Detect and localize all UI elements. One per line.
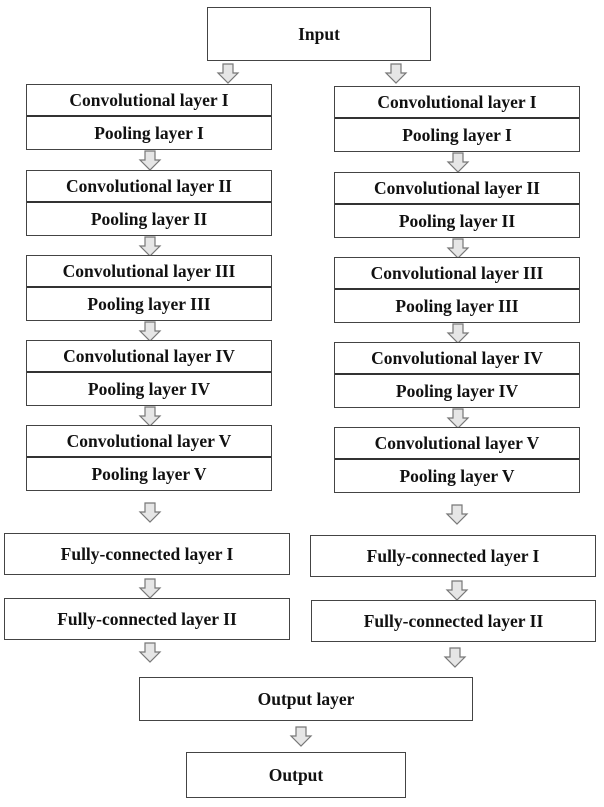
pooling-layer-label: Pooling layer V — [91, 463, 207, 484]
pooling-layer-label: Pooling layer II — [90, 208, 208, 229]
down-arrow-icon — [138, 502, 162, 523]
down-arrow-icon — [445, 580, 469, 601]
output-box: Output — [186, 752, 406, 798]
down-arrow-icon — [138, 150, 162, 171]
down-arrow-icon — [289, 726, 313, 747]
pooling-layer-label: Pooling layer IV — [395, 380, 519, 401]
right-fc-layer-1: Fully-connected layer I — [310, 535, 596, 577]
down-arrow-icon — [443, 647, 467, 668]
down-arrow-icon — [384, 63, 408, 84]
convolutional-layer-label: Convolutional layer II — [335, 173, 579, 205]
down-arrow-icon — [138, 578, 162, 599]
convolutional-layer-label: Convolutional layer IV — [27, 341, 271, 373]
down-arrow-icon — [138, 406, 162, 427]
down-arrow-icon — [446, 152, 470, 173]
right-fc-layer-2: Fully-connected layer II — [311, 600, 596, 642]
pooling-layer-label: Pooling layer III — [395, 295, 519, 316]
left-conv-pool-block-4: Convolutional layer IV Pooling layer IV — [26, 340, 272, 406]
right-conv-pool-block-1: Convolutional layer I Pooling layer I — [334, 86, 580, 152]
convolutional-layer-label: Convolutional layer V — [27, 426, 271, 458]
pooling-layer-label: Pooling layer IV — [87, 378, 211, 399]
left-conv-pool-block-1: Convolutional layer I Pooling layer I — [26, 84, 272, 150]
convolutional-layer-label: Convolutional layer I — [27, 85, 271, 117]
down-arrow-icon — [446, 408, 470, 429]
down-arrow-icon — [138, 236, 162, 257]
right-conv-pool-block-4: Convolutional layer IV Pooling layer IV — [334, 342, 580, 408]
right-conv-pool-block-2: Convolutional layer II Pooling layer II — [334, 172, 580, 238]
pooling-layer-label: Pooling layer I — [94, 122, 204, 143]
down-arrow-icon — [138, 321, 162, 342]
output-layer-box: Output layer — [139, 677, 473, 721]
down-arrow-icon — [216, 63, 240, 84]
left-conv-pool-block-3: Convolutional layer III Pooling layer III — [26, 255, 272, 321]
input-box: Input — [207, 7, 431, 61]
left-fc-layer-2: Fully-connected layer II — [4, 598, 290, 640]
down-arrow-icon — [138, 642, 162, 663]
convolutional-layer-label: Convolutional layer V — [335, 428, 579, 460]
down-arrow-icon — [445, 504, 469, 525]
down-arrow-icon — [446, 323, 470, 344]
convolutional-layer-label: Convolutional layer II — [27, 171, 271, 203]
down-arrow-icon — [446, 238, 470, 259]
pooling-layer-label: Pooling layer II — [398, 210, 516, 231]
convolutional-layer-label: Convolutional layer III — [27, 256, 271, 288]
right-conv-pool-block-3: Convolutional layer III Pooling layer III — [334, 257, 580, 323]
left-conv-pool-block-5: Convolutional layer V Pooling layer V — [26, 425, 272, 491]
pooling-layer-label: Pooling layer V — [399, 465, 515, 486]
convolutional-layer-label: Convolutional layer III — [335, 258, 579, 290]
left-fc-layer-1: Fully-connected layer I — [4, 533, 290, 575]
left-conv-pool-block-2: Convolutional layer II Pooling layer II — [26, 170, 272, 236]
pooling-layer-label: Pooling layer I — [402, 124, 512, 145]
convolutional-layer-label: Convolutional layer I — [335, 87, 579, 119]
convolutional-layer-label: Convolutional layer IV — [335, 343, 579, 375]
pooling-layer-label: Pooling layer III — [87, 293, 211, 314]
right-conv-pool-block-5: Convolutional layer V Pooling layer V — [334, 427, 580, 493]
